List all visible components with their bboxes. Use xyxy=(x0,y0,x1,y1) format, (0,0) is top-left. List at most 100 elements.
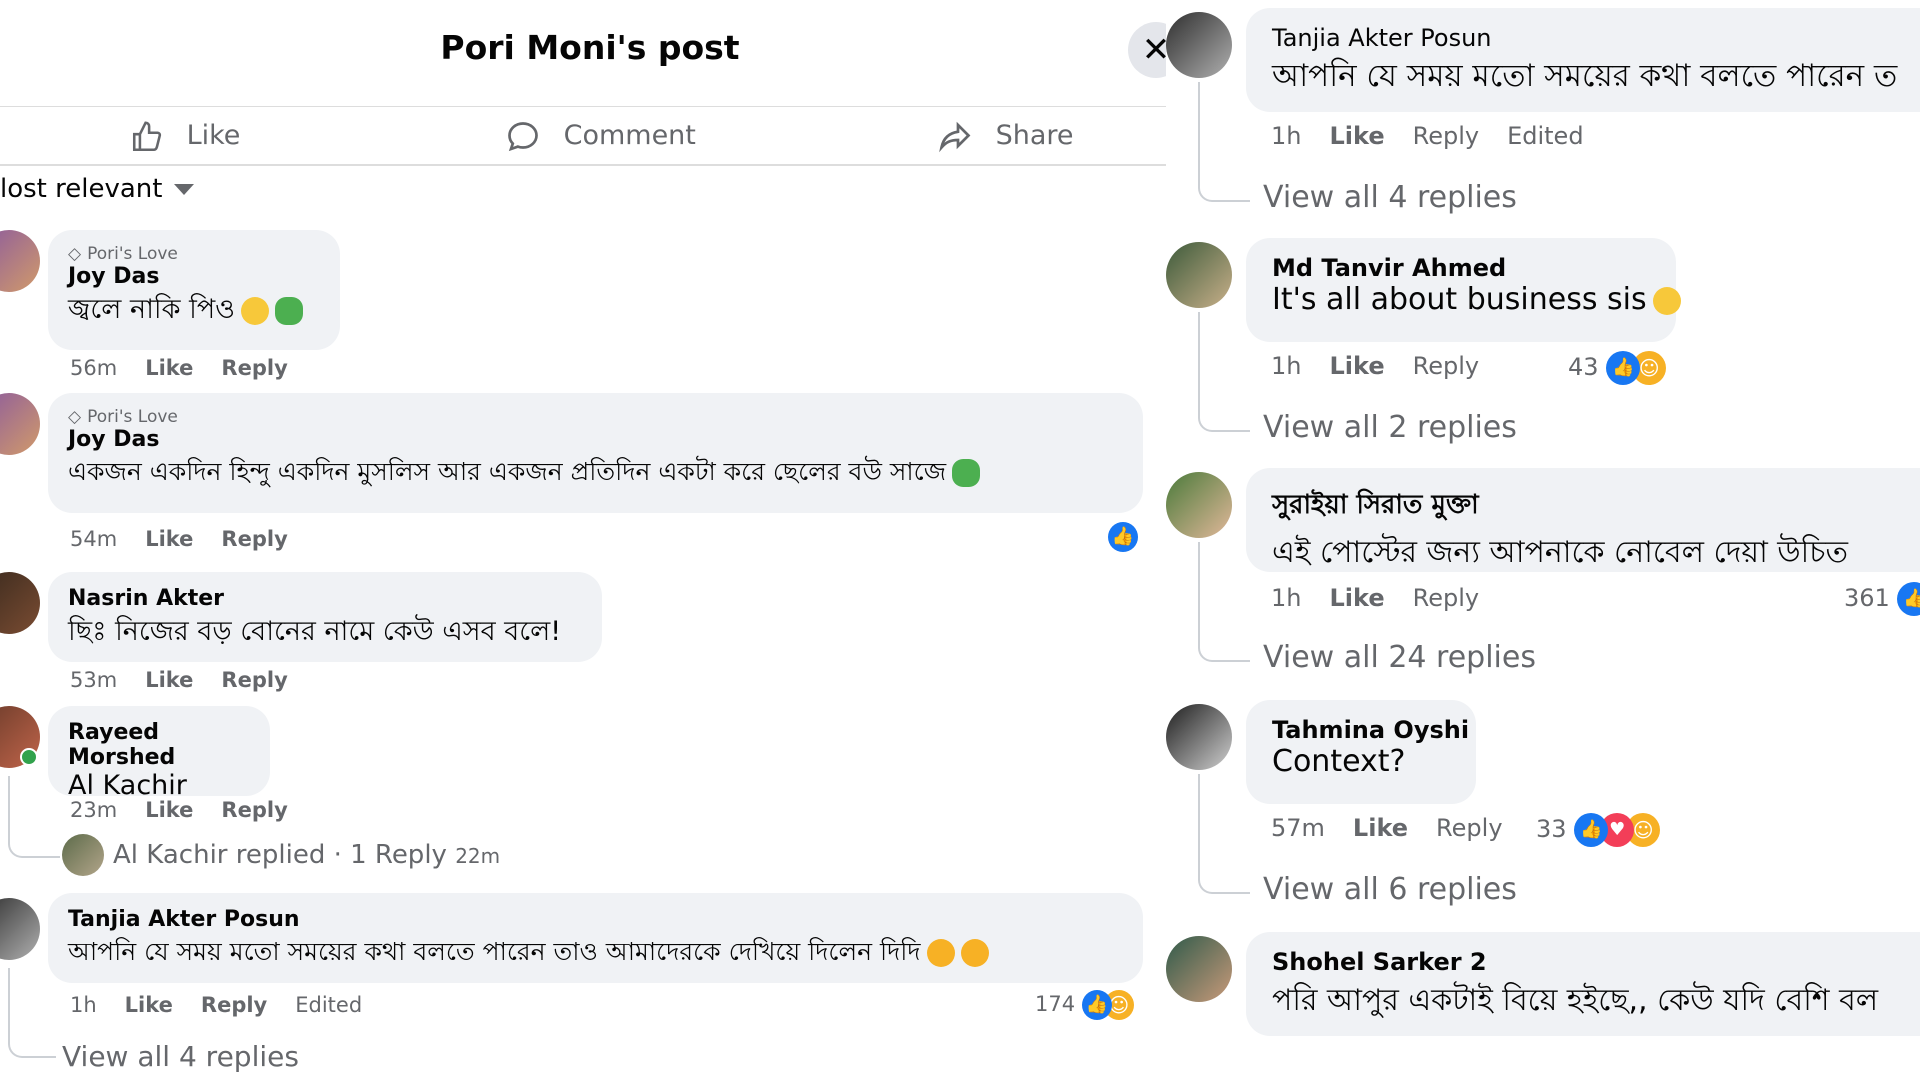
reply-thread-line xyxy=(8,968,56,1058)
like-reaction-icon: 👍 xyxy=(1574,813,1609,847)
commenter-name[interactable]: Nasrin Akter xyxy=(68,586,602,611)
reply-thread-line xyxy=(1198,82,1250,202)
avatar[interactable] xyxy=(0,572,40,634)
reaction-summary[interactable]: 174 👍☺ xyxy=(1035,990,1134,1020)
frog-emoji-icon xyxy=(952,459,981,487)
comment-like-button[interactable]: Like xyxy=(145,798,193,822)
comment-reply-button[interactable]: Reply xyxy=(221,798,287,822)
reaction-summary[interactable]: 361 👍 xyxy=(1844,582,1920,616)
comment-reply-button[interactable]: Reply xyxy=(1436,814,1502,842)
reaction-summary[interactable]: 33 👍 ♥ ☺ xyxy=(1536,813,1661,847)
comment-bubble: Md Tanvir Ahmed It's all about business … xyxy=(1246,238,1681,342)
comment-reply-button[interactable]: Reply xyxy=(1413,122,1479,150)
commenter-name[interactable]: Tanjia Akter Posun xyxy=(68,907,1143,932)
avatar[interactable] xyxy=(1166,704,1232,770)
comment-time[interactable]: 57m xyxy=(1271,814,1325,842)
fan-badge-label: Pori's Love xyxy=(87,244,178,264)
comment-like-button[interactable]: Like xyxy=(145,356,193,380)
comment-reply-button[interactable]: Reply xyxy=(1413,352,1479,380)
comment-text: Al Kachir xyxy=(68,770,187,801)
commenter-name[interactable]: Tahmina Oyshi xyxy=(1272,716,1476,744)
comment-like-button[interactable]: Like xyxy=(1329,352,1384,380)
view-replies-link[interactable]: View all 4 replies xyxy=(62,1040,299,1073)
comment-time[interactable]: 56m xyxy=(70,356,117,380)
comment-reply-button[interactable]: Reply xyxy=(221,668,287,692)
comment-text: It's all about business sis xyxy=(1272,282,1681,317)
like-label: Like xyxy=(186,120,241,151)
view-replies-link[interactable]: View all 4 replies xyxy=(1263,180,1517,215)
share-label: Share xyxy=(995,120,1074,151)
comment-like-button[interactable]: Like xyxy=(145,527,193,551)
view-replies-link[interactable]: View all 2 replies xyxy=(1263,410,1517,445)
comment-like-button[interactable]: Like xyxy=(125,993,173,1017)
comment-button[interactable]: Comment xyxy=(505,108,696,164)
comment-time[interactable]: 54m xyxy=(70,527,117,551)
commenter-name[interactable]: Tanjia Akter Posun xyxy=(1272,24,1920,52)
comment-bubble: সুরাইয়া সিরাত মুক্তা এই পোস্টের জন্য আপ… xyxy=(1246,468,1920,572)
comment-reply-button[interactable]: Reply xyxy=(221,527,287,551)
like-reaction-icon: 👍 xyxy=(1606,351,1641,385)
like-button[interactable]: Like xyxy=(130,108,240,164)
view-replies-link[interactable]: Al Kachir replied · 1 Reply 22m xyxy=(113,840,500,870)
comment-meta: 1h Like Reply xyxy=(1271,352,1507,380)
reply-avatar[interactable] xyxy=(62,834,104,876)
comment-time[interactable]: 1h xyxy=(1271,584,1301,612)
page-title: Pori Moni's post xyxy=(440,28,740,67)
reaction-count: 361 xyxy=(1844,584,1890,612)
avatar[interactable] xyxy=(1166,472,1232,538)
commenter-name[interactable]: Joy Das xyxy=(68,264,340,289)
commenter-name[interactable]: Rayeed Morshed xyxy=(68,720,270,770)
comment-bubble: ◇ Pori's Love Joy Das জ্বলে নাকি পিও xyxy=(48,230,340,350)
comment-meta: 53m Like Reply xyxy=(70,668,316,692)
comment-bubble: ◇ Pori's Love Joy Das একজন একদিন হিন্দু এ… xyxy=(48,393,1143,513)
comment-bubble: Tanjia Akter Posun আপনি যে সময় মতো সময়… xyxy=(1246,8,1920,112)
fan-badge-label: Pori's Love xyxy=(87,407,178,427)
commenter-name[interactable]: Joy Das xyxy=(68,427,1143,452)
comment-reply-button[interactable]: Reply xyxy=(201,993,267,1017)
comment-meta: 1h Like Reply Edited xyxy=(70,993,390,1017)
comment-like-button[interactable]: Like xyxy=(1329,584,1384,612)
comment-reply-button[interactable]: Reply xyxy=(1413,584,1479,612)
post-comments-panel-right: Tanjia Akter Posun আপনি যে সময় মতো সময়… xyxy=(1166,0,1920,1080)
online-status-dot xyxy=(20,748,38,766)
comment-time[interactable]: 23m xyxy=(70,798,117,822)
comment-text-body: একজন একদিন হিন্দু একদিন মুসলিস আর একজন প… xyxy=(68,457,947,486)
comment-like-button[interactable]: Like xyxy=(1353,814,1408,842)
avatar[interactable] xyxy=(1166,12,1232,78)
avatar[interactable] xyxy=(0,898,40,960)
view-replies-link[interactable]: View all 6 replies xyxy=(1263,872,1517,907)
comment-bubble: Tahmina Oyshi Context? xyxy=(1246,700,1476,804)
comment-time[interactable]: 1h xyxy=(70,993,97,1017)
comment-time[interactable]: 53m xyxy=(70,668,117,692)
share-button[interactable]: Share xyxy=(937,108,1074,164)
comment-meta: 57m Like Reply xyxy=(1271,814,1531,842)
view-replies-link[interactable]: View all 24 replies xyxy=(1263,640,1536,675)
reaction-summary[interactable]: 👍 xyxy=(1108,522,1138,552)
commenter-name[interactable]: সুরাইয়া সিরাত মুক্তা xyxy=(1272,484,1920,528)
comment-reply-button[interactable]: Reply xyxy=(221,356,287,380)
avatar[interactable] xyxy=(1166,936,1232,1002)
comment-text-body: It's all about business sis xyxy=(1272,282,1647,317)
diamond-icon: ◇ xyxy=(68,407,82,427)
comment-like-button[interactable]: Like xyxy=(1329,122,1384,150)
comment-time[interactable]: 1h xyxy=(1271,352,1301,380)
sort-dropdown[interactable]: lost relevant xyxy=(0,174,195,204)
comment-text: পরি আপুর একটাই বিয়ে হইছে,, কেউ যদি বেশি… xyxy=(1272,983,1879,1018)
comment-like-button[interactable]: Like xyxy=(145,668,193,692)
reply-thread-line xyxy=(1198,774,1250,894)
like-reaction-icon: 👍 xyxy=(1897,582,1920,616)
reply-time: 22m xyxy=(455,844,501,868)
comment-time[interactable]: 1h xyxy=(1271,122,1301,150)
comment-meta: 23m Like Reply xyxy=(70,798,316,822)
caret-down-icon xyxy=(174,184,195,195)
reaction-summary[interactable]: 43 👍 ☺ xyxy=(1568,351,1667,385)
avatar[interactable] xyxy=(0,230,40,292)
reaction-count: 43 xyxy=(1568,353,1599,381)
commenter-name[interactable]: Shohel Sarker 2 xyxy=(1272,948,1920,976)
commenter-name[interactable]: Md Tanvir Ahmed xyxy=(1272,254,1676,282)
comment-text-body: জ্বলে নাকি পিও xyxy=(68,294,236,325)
fan-badge: ◇ Pori's Love xyxy=(68,407,1143,427)
avatar[interactable] xyxy=(0,393,40,455)
comment-meta: 1h Like Reply xyxy=(1271,584,1507,612)
avatar[interactable] xyxy=(1166,242,1232,308)
